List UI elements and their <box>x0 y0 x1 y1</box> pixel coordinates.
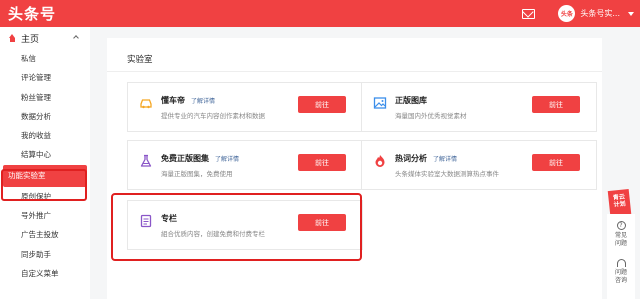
card-description: 海量国内外优秀视觉素材 <box>395 112 467 120</box>
chevron-up-icon[interactable] <box>73 35 79 41</box>
learn-more-link[interactable]: 了解详情 <box>191 98 215 105</box>
mail-icon[interactable] <box>522 8 536 19</box>
headset-icon <box>616 259 626 267</box>
app-logo[interactable]: 头条号 <box>0 3 56 24</box>
card-title: 懂车帝 了解详情 <box>161 95 215 106</box>
highlight-box-sidebar <box>1 169 87 201</box>
sidebar-item-sync[interactable]: 同步助手 <box>0 245 90 264</box>
card-title: 正版图库 <box>395 95 427 106</box>
card-description: 头条媒体实验室大数据测算热点事件 <box>395 170 499 178</box>
highlight-box-card <box>111 193 362 261</box>
lab-card-free-gallery: 免费正版图集 了解详情 海量正版图集，免费使用 前往 <box>127 140 363 190</box>
faq-label-1: 常见 <box>614 232 627 239</box>
hot-icon <box>375 155 385 167</box>
go-button-image-library[interactable]: 前往 <box>532 96 580 113</box>
card-title-text: 懂车帝 <box>161 96 185 105</box>
sidebar-item-earnings[interactable]: 我的收益 <box>0 126 90 145</box>
chevron-down-icon[interactable] <box>628 11 634 16</box>
card-description: 海量正版图集，免费使用 <box>161 170 233 178</box>
top-bar: 头条号 头条 头条号实... <box>0 0 640 27</box>
card-title-text: 热词分析 <box>395 154 427 163</box>
go-button-hot-words[interactable]: 前往 <box>532 154 580 171</box>
flask-icon <box>140 154 152 167</box>
consult-label-1: 问题 <box>614 269 627 276</box>
learn-more-link[interactable]: 了解详情 <box>215 156 239 163</box>
card-title: 免费正版图集 了解详情 <box>161 153 239 164</box>
home-icon <box>8 34 17 42</box>
lab-card-image-library: 正版图库 海量国内外优秀视觉素材 前往 <box>361 82 597 132</box>
sidebar-item-messages[interactable]: 私信 <box>0 49 90 68</box>
float-help-panel: ? 常见 问题 问题 咨询 <box>607 214 635 299</box>
sidebar-item-fans[interactable]: 粉丝管理 <box>0 88 90 107</box>
sidebar-item-comments[interactable]: 评论管理 <box>0 68 90 87</box>
sidebar-item-home[interactable]: 主页 <box>0 27 90 49</box>
qingyun-badge[interactable]: 青云 计划 <box>607 188 632 217</box>
page-title: 实验室 <box>127 55 153 65</box>
lab-card-dongchedi: 懂车帝 了解详情 提供专业的汽车内容创作素材和数据 前往 <box>127 82 363 132</box>
consult-button[interactable]: 问题 咨询 <box>607 259 635 285</box>
learn-more-link[interactable]: 了解详情 <box>433 156 457 163</box>
sidebar: 主页 私信 评论管理 粉丝管理 数据分析 我的收益 结算中心 功能实验室 原创保… <box>0 27 90 299</box>
sidebar-item-settlement[interactable]: 结算中心 <box>0 145 90 164</box>
card-title-text: 正版图库 <box>395 96 427 105</box>
user-name[interactable]: 头条号实... <box>580 8 620 19</box>
avatar[interactable]: 头条 <box>558 5 576 22</box>
sidebar-item-promotion[interactable]: 号外推广 <box>0 206 90 225</box>
top-bar-right: 头条 头条号实... <box>522 0 640 27</box>
divider <box>107 71 602 72</box>
sidebar-item-custom-menu[interactable]: 自定义菜单 <box>0 264 90 283</box>
card-title: 热词分析 了解详情 <box>395 153 457 164</box>
go-button-dongchedi[interactable]: 前往 <box>298 96 346 113</box>
sidebar-item-analytics[interactable]: 数据分析 <box>0 107 90 126</box>
question-icon: ? <box>616 221 626 230</box>
sidebar-item-advertiser[interactable]: 广告主投放 <box>0 225 90 244</box>
faq-label-2: 问题 <box>614 240 627 247</box>
car-icon <box>140 99 152 109</box>
faq-button[interactable]: ? 常见 问题 <box>607 221 635 248</box>
sidebar-home-label: 主页 <box>21 34 40 45</box>
card-description: 提供专业的汽车内容创作素材和数据 <box>161 112 265 120</box>
badge-line-2: 计划 <box>613 200 627 209</box>
lab-card-hot-words: 热词分析 了解详情 头条媒体实验室大数据测算热点事件 前往 <box>361 140 597 190</box>
image-icon <box>373 97 387 109</box>
consult-label-2: 咨询 <box>614 277 627 284</box>
go-button-free-gallery[interactable]: 前往 <box>298 154 346 171</box>
card-title-text: 免费正版图集 <box>161 154 209 163</box>
